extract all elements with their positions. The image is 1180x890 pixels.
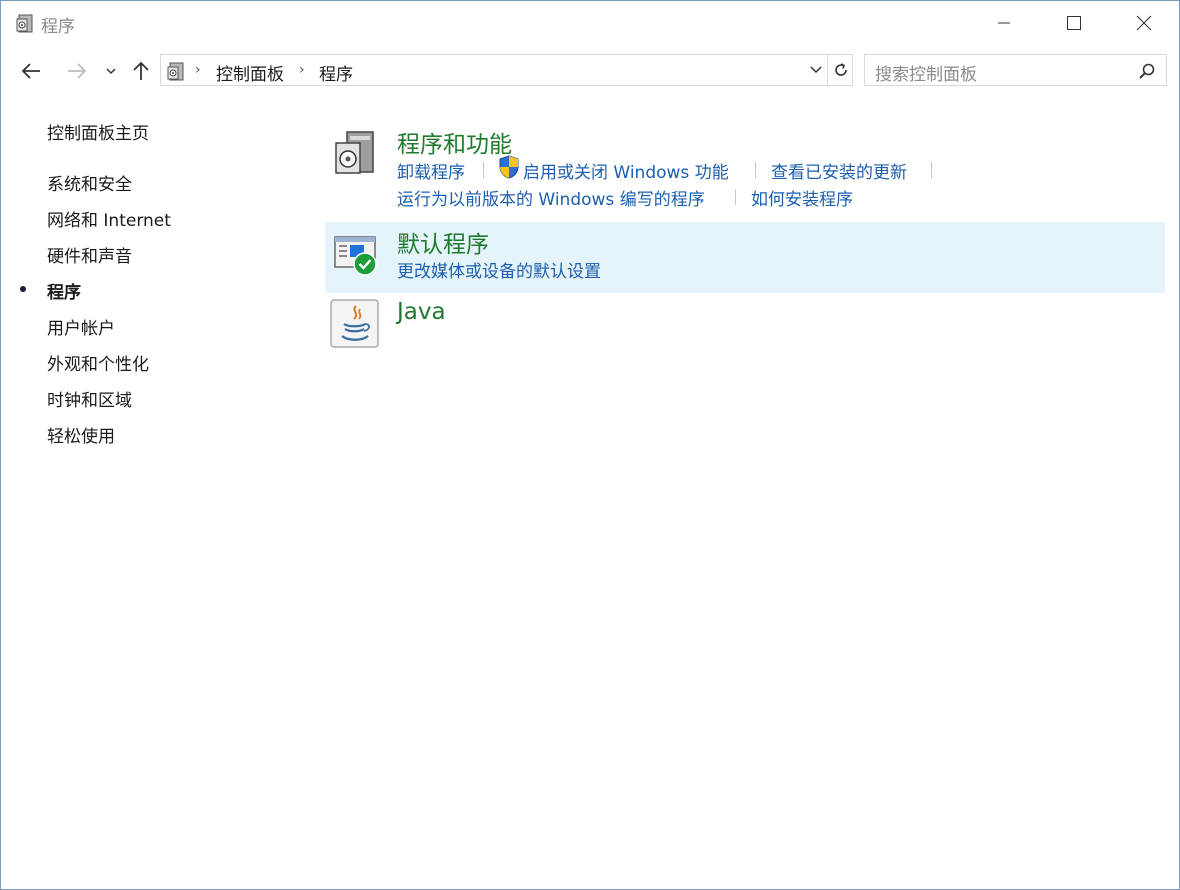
address-bar[interactable]: › 控制面板 › 程序 — [160, 54, 853, 86]
link-uninstall-program[interactable]: 卸载程序 — [397, 158, 465, 183]
maximize-icon — [1067, 16, 1081, 30]
breadcrumb-control-panel[interactable]: 控制面板 — [216, 60, 284, 85]
arrow-right-icon — [68, 63, 87, 79]
forward-button[interactable] — [61, 55, 93, 87]
chevron-down-icon — [810, 66, 822, 74]
title-bar: 程序 — [1, 1, 1179, 45]
up-button[interactable] — [127, 55, 155, 87]
sidebar-item-clock-region[interactable]: 时钟和区域 — [47, 386, 132, 411]
minimize-button[interactable] — [969, 1, 1039, 45]
arrow-left-icon — [21, 63, 40, 79]
link-separator — [483, 162, 484, 178]
sidebar-item-control-panel-home[interactable]: 控制面板主页 — [47, 119, 149, 144]
category-java: Java — [325, 297, 1165, 353]
link-view-installed-updates[interactable]: 查看已安装的更新 — [771, 158, 907, 183]
sidebar-item-programs[interactable]: 程序 — [47, 278, 81, 303]
uac-shield-icon — [499, 155, 519, 179]
link-separator — [735, 189, 736, 205]
close-icon — [1136, 15, 1152, 31]
close-button[interactable] — [1109, 1, 1179, 45]
refresh-button[interactable] — [827, 55, 854, 85]
active-indicator-icon — [20, 286, 26, 292]
category-programs-features: 程序和功能 卸载程序 启用或关闭 Windows 功能 查看已安装的更新 运行为… — [325, 119, 1165, 215]
link-change-media-defaults[interactable]: 更改媒体或设备的默认设置 — [397, 257, 601, 282]
default-programs-icon[interactable] — [333, 234, 379, 278]
control-panel-icon — [167, 62, 184, 81]
sidebar-item-hardware-sound[interactable]: 硬件和声音 — [47, 242, 132, 267]
breadcrumb-separator-icon[interactable]: › — [195, 62, 201, 78]
java-icon[interactable] — [330, 299, 380, 349]
category-title-default-programs[interactable]: 默认程序 — [397, 225, 489, 259]
link-turn-windows-features[interactable]: 启用或关闭 Windows 功能 — [523, 158, 729, 183]
window: 程序 › 控制面板 › 程序 搜索控制面板 控制面板主页 系统和安全 网络和 I… — [0, 0, 1180, 890]
search-input[interactable]: 搜索控制面板 — [875, 60, 977, 85]
category-title-programs-features[interactable]: 程序和功能 — [397, 125, 512, 159]
chevron-down-icon — [106, 68, 116, 75]
address-dropdown-button[interactable] — [805, 55, 827, 85]
window-title: 程序 — [41, 17, 75, 37]
control-panel-icon — [16, 14, 33, 33]
minimize-icon — [998, 22, 1010, 24]
category-title-java[interactable]: Java — [397, 299, 446, 325]
recent-locations-button[interactable] — [101, 55, 121, 87]
sidebar-item-system-security[interactable]: 系统和安全 — [47, 170, 132, 195]
sidebar-item-ease-of-access[interactable]: 轻松使用 — [47, 422, 115, 447]
search-box[interactable]: 搜索控制面板 — [864, 54, 1167, 86]
back-button[interactable] — [15, 55, 47, 87]
sidebar-item-network-internet[interactable]: 网络和 Internet — [47, 206, 171, 231]
sidebar-item-user-accounts[interactable]: 用户帐户 — [47, 314, 115, 339]
search-icon[interactable] — [1138, 62, 1156, 80]
refresh-icon — [835, 63, 847, 76]
breadcrumb-programs[interactable]: 程序 — [319, 60, 353, 85]
maximize-button[interactable] — [1039, 1, 1109, 45]
category-default-programs[interactable]: 默认程序 更改媒体或设备的默认设置 — [325, 222, 1165, 293]
link-how-to-install[interactable]: 如何安装程序 — [751, 185, 853, 210]
link-separator — [931, 162, 932, 178]
arrow-up-icon — [133, 61, 149, 80]
programs-features-icon[interactable] — [333, 129, 377, 177]
breadcrumb-separator-icon[interactable]: › — [299, 62, 305, 78]
link-separator — [755, 162, 756, 178]
navigation-bar: › 控制面板 › 程序 搜索控制面板 — [1, 51, 1179, 91]
sidebar-item-appearance[interactable]: 外观和个性化 — [47, 350, 149, 375]
link-run-older-programs[interactable]: 运行为以前版本的 Windows 编写的程序 — [397, 185, 705, 210]
